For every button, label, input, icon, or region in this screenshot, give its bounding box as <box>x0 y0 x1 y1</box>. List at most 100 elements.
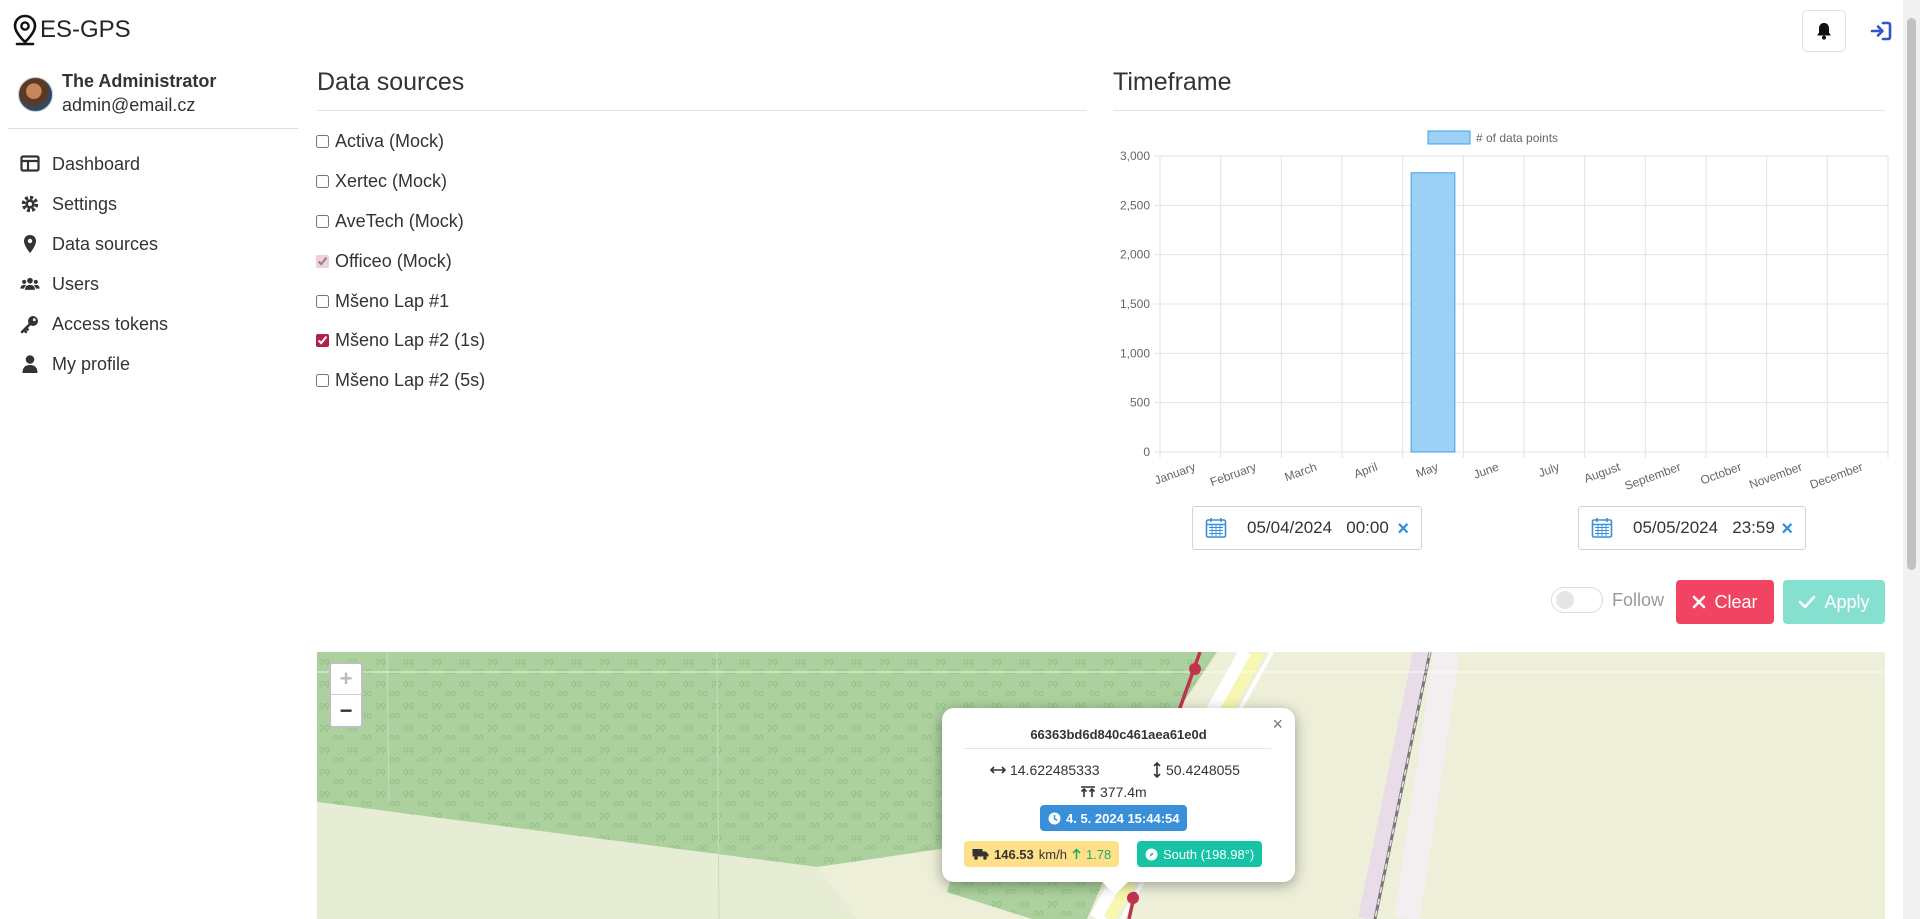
x-tick-label: August <box>1582 459 1623 485</box>
data-source-checkbox[interactable] <box>316 294 329 308</box>
timeframe-divider <box>1113 110 1885 111</box>
data-source-item[interactable]: Mšeno Lap #1 <box>316 281 485 321</box>
x-tick-label: May <box>1414 460 1440 481</box>
apply-button-label: Apply <box>1824 591 1870 612</box>
follow-toggle[interactable] <box>1551 587 1603 613</box>
data-source-item[interactable]: Mšeno Lap #2 (1s) <box>316 321 485 361</box>
date-to-input[interactable]: 05/05/2024 23:59 × <box>1578 506 1806 550</box>
data-source-checkbox[interactable] <box>316 334 329 348</box>
sidebar-item-my-profile[interactable]: My profile <box>20 344 168 384</box>
bell-icon <box>1817 23 1831 40</box>
zoom-out-button[interactable]: − <box>331 695 361 726</box>
data-source-item[interactable]: Activa (Mock) <box>316 122 485 162</box>
timestamp-badge: 4. 5. 2024 15:44:54 <box>1040 805 1188 831</box>
x-tick-label: October <box>1698 460 1743 488</box>
horizontal-arrows-icon <box>990 766 1006 774</box>
altitude-icon <box>1080 786 1096 797</box>
altitude-row: 377.4m <box>1080 784 1147 800</box>
data-source-label: Mšeno Lap #1 <box>335 290 450 311</box>
sidebar-item-settings[interactable]: Settings <box>20 184 168 224</box>
timestamp-value: 4. 5. 2024 15:44:54 <box>1066 810 1180 826</box>
y-tick-label: 1,500 <box>1120 297 1150 311</box>
sidebar-item-label: Access tokens <box>52 313 169 334</box>
user-email: admin@email.cz <box>62 95 196 115</box>
clear-button[interactable]: Clear <box>1676 580 1774 624</box>
map-zoom-control: + − <box>329 662 363 728</box>
date-to-clear-button[interactable]: × <box>1781 519 1793 539</box>
x-tick-label: November <box>1747 460 1804 492</box>
calendar-icon <box>1205 518 1227 538</box>
data-source-item[interactable]: Mšeno Lap #2 (5s) <box>316 361 485 401</box>
y-tick-label: 2,500 <box>1120 198 1150 212</box>
sidebar-item-users[interactable]: Users <box>20 264 168 304</box>
users-icon <box>20 277 40 290</box>
timeframe-title: Timeframe <box>1113 68 1232 96</box>
chart-svg: 0 500 1,000 1,500 2,000 2,500 3,000 January Febr… <box>1120 130 1889 493</box>
speed-change-value: 1.78 <box>1085 846 1112 862</box>
toggle-knob <box>1556 591 1574 609</box>
speed-badge: 146.53 km/h 1.78 <box>964 841 1120 867</box>
data-source-checkbox[interactable] <box>316 214 329 228</box>
legend-label: # of data points <box>1476 131 1558 145</box>
close-icon <box>1693 595 1706 609</box>
popup-divider <box>964 748 1271 749</box>
date-from-clear-button[interactable]: × <box>1397 519 1409 539</box>
sidebar-item-access-tokens[interactable]: Access tokens <box>20 304 168 344</box>
data-source-checkbox[interactable] <box>316 254 329 268</box>
data-source-checkbox[interactable] <box>316 175 329 189</box>
date-from-value: 05/04/2024 00:00 <box>1247 518 1389 537</box>
data-source-label: Mšeno Lap #2 (5s) <box>335 370 486 391</box>
gear-icon <box>21 195 39 213</box>
data-source-item[interactable]: Officeo (Mock) <box>316 241 485 281</box>
notifications-button[interactable] <box>1802 10 1846 52</box>
date-from-input[interactable]: 05/04/2024 00:00 × <box>1192 506 1422 550</box>
login-icon[interactable] <box>1870 20 1892 42</box>
map-point-popup: × 66363bd6d840c461aea61e0d 14.622485333 … <box>942 708 1295 895</box>
sidebar-item-dashboard[interactable]: Dashboard <box>20 144 168 184</box>
map-pin-icon <box>13 14 37 46</box>
data-source-label: Activa (Mock) <box>335 131 445 152</box>
y-tick-label: 1,000 <box>1120 346 1150 360</box>
map-pin-icon <box>24 235 36 253</box>
longitude-row: 14.622485333 <box>990 762 1100 778</box>
y-tick-label: 2,000 <box>1120 248 1150 262</box>
x-tick-label: July <box>1537 460 1562 480</box>
sidebar-item-data-sources[interactable]: Data sources <box>20 224 168 264</box>
chart-bar <box>1410 172 1456 453</box>
data-source-checkbox[interactable] <box>316 374 329 388</box>
sidebar-nav: Dashboard Settings Data sources Users Ac… <box>20 144 168 384</box>
data-source-item[interactable]: AveTech (Mock) <box>316 202 485 242</box>
speed-value: 146.53 <box>994 846 1034 862</box>
y-tick-label: 0 <box>1143 445 1150 459</box>
sidebar-item-label: Dashboard <box>52 153 141 174</box>
compass-icon <box>1145 848 1158 860</box>
app-brand[interactable]: ES-GPS <box>12 14 131 46</box>
sidebar-item-label: My profile <box>52 353 131 374</box>
speed-unit: km/h <box>1038 846 1067 862</box>
latitude-row: 50.4248055 <box>1152 762 1240 778</box>
y-tick-label: 500 <box>1130 396 1150 410</box>
avatar <box>18 76 53 112</box>
clock-icon <box>1048 812 1061 824</box>
zoom-in-button[interactable]: + <box>331 664 361 695</box>
x-tick-label: April <box>1352 460 1379 481</box>
x-tick-label: March <box>1283 460 1319 485</box>
data-source-item[interactable]: Xertec (Mock) <box>316 162 485 202</box>
point-id: 66363bd6d840c461aea61e0d <box>1030 727 1207 742</box>
x-tick-label: June <box>1471 460 1501 482</box>
key-icon <box>20 316 38 334</box>
data-sources-divider <box>317 110 1087 111</box>
altitude-value: 377.4m <box>1100 784 1147 800</box>
vertical-arrows-icon <box>1153 762 1161 778</box>
y-tick-label: 3,000 <box>1120 149 1150 163</box>
calendar-icon <box>1591 518 1613 538</box>
check-icon <box>1799 595 1816 609</box>
scrollbar-thumb[interactable] <box>1907 18 1916 570</box>
apply-button[interactable]: Apply <box>1783 580 1885 624</box>
sidebar-item-label: Settings <box>52 193 118 214</box>
data-source-checkbox[interactable] <box>316 135 329 149</box>
page-scrollbar[interactable] <box>1903 0 1920 919</box>
x-tick-label: January <box>1152 460 1197 488</box>
x-tick-label: December <box>1808 460 1865 492</box>
app-title: ES-GPS <box>40 16 131 43</box>
